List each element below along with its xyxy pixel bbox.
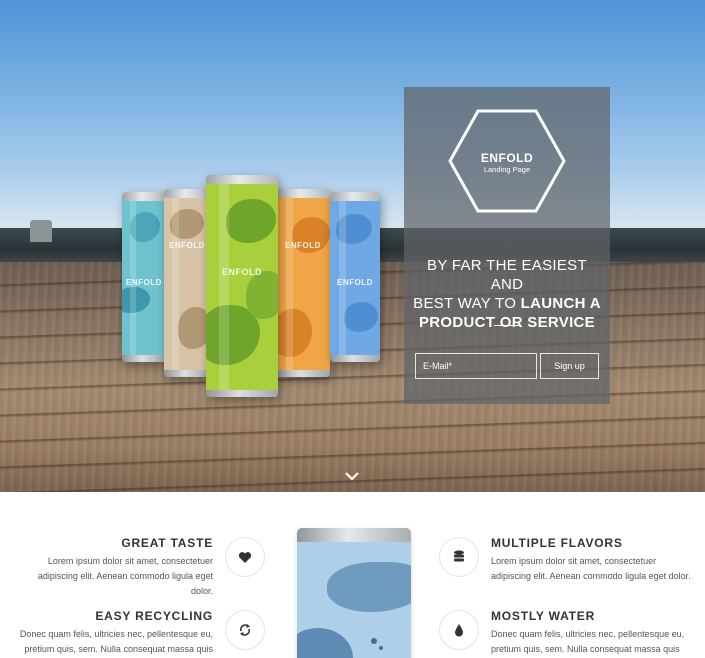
feature-icon-circle [439, 610, 479, 650]
feature-product-can [297, 528, 411, 658]
hero-headline: BY FAR THE EASIEST AND BEST WAY TO LAUNC… [413, 257, 601, 331]
heart-icon [238, 551, 252, 563]
can-brand-label: ENFOLD [285, 241, 321, 250]
feature-icon-circle [225, 610, 265, 650]
can-brand-label: ENFOLD [126, 278, 162, 287]
can-brand-label: ENFOLD [222, 267, 262, 277]
recycle-icon [239, 624, 251, 636]
chevron-down-icon[interactable] [343, 469, 361, 483]
feature-title-mostly-water: MOSTLY WATER [491, 609, 596, 623]
logo-title: ENFOLD [480, 151, 534, 165]
feature-title-easy-recycling: EASY RECYCLING [95, 609, 213, 623]
product-can-orange: ENFOLD [276, 189, 330, 377]
can-brand-label: ENFOLD [337, 278, 373, 287]
features-section: GREAT TASTE Lorem ipsum dolor sit amet, … [0, 492, 705, 658]
feature-icon-circle [439, 537, 479, 577]
logo-subtitle: Landing Page [483, 165, 531, 174]
feature-text-mostly-water: Donec quam felis, ultricies nec, pellent… [491, 629, 685, 654]
product-can-cyan: ENFOLD [122, 192, 166, 362]
feature-text-multiple-flavors: Lorem ipsum dolor sit amet, consectetuer… [491, 556, 691, 581]
email-input[interactable]: E-Mail* [415, 353, 537, 379]
boat-image [30, 220, 52, 242]
drop-icon [455, 624, 463, 637]
database-icon [454, 550, 464, 562]
can-brand-label: ENFOLD [169, 241, 205, 250]
feature-text-easy-recycling: Donec quam felis, ultricies nec, pellent… [19, 629, 213, 654]
product-can-tan: ENFOLD [164, 189, 210, 377]
hero-section: ENFOLD ENFOLD ENFOLD ENFOLD ENFOLD ENFOL… [0, 0, 705, 492]
product-can-blue: ENFOLD [330, 192, 380, 362]
product-can-green: ENFOLD [206, 175, 278, 397]
signup-panel: ENFOLD Landing Page BY FAR THE EASIEST A… [404, 87, 610, 404]
feature-title-great-taste: GREAT TASTE [121, 536, 213, 550]
feature-icon-circle [225, 537, 265, 577]
signup-button[interactable]: Sign up [540, 353, 599, 379]
headline-divider [494, 325, 521, 326]
feature-text-great-taste: Lorem ipsum dolor sit amet, consectetuer… [37, 556, 213, 596]
feature-title-multiple-flavors: MULTIPLE FLAVORS [491, 536, 623, 550]
